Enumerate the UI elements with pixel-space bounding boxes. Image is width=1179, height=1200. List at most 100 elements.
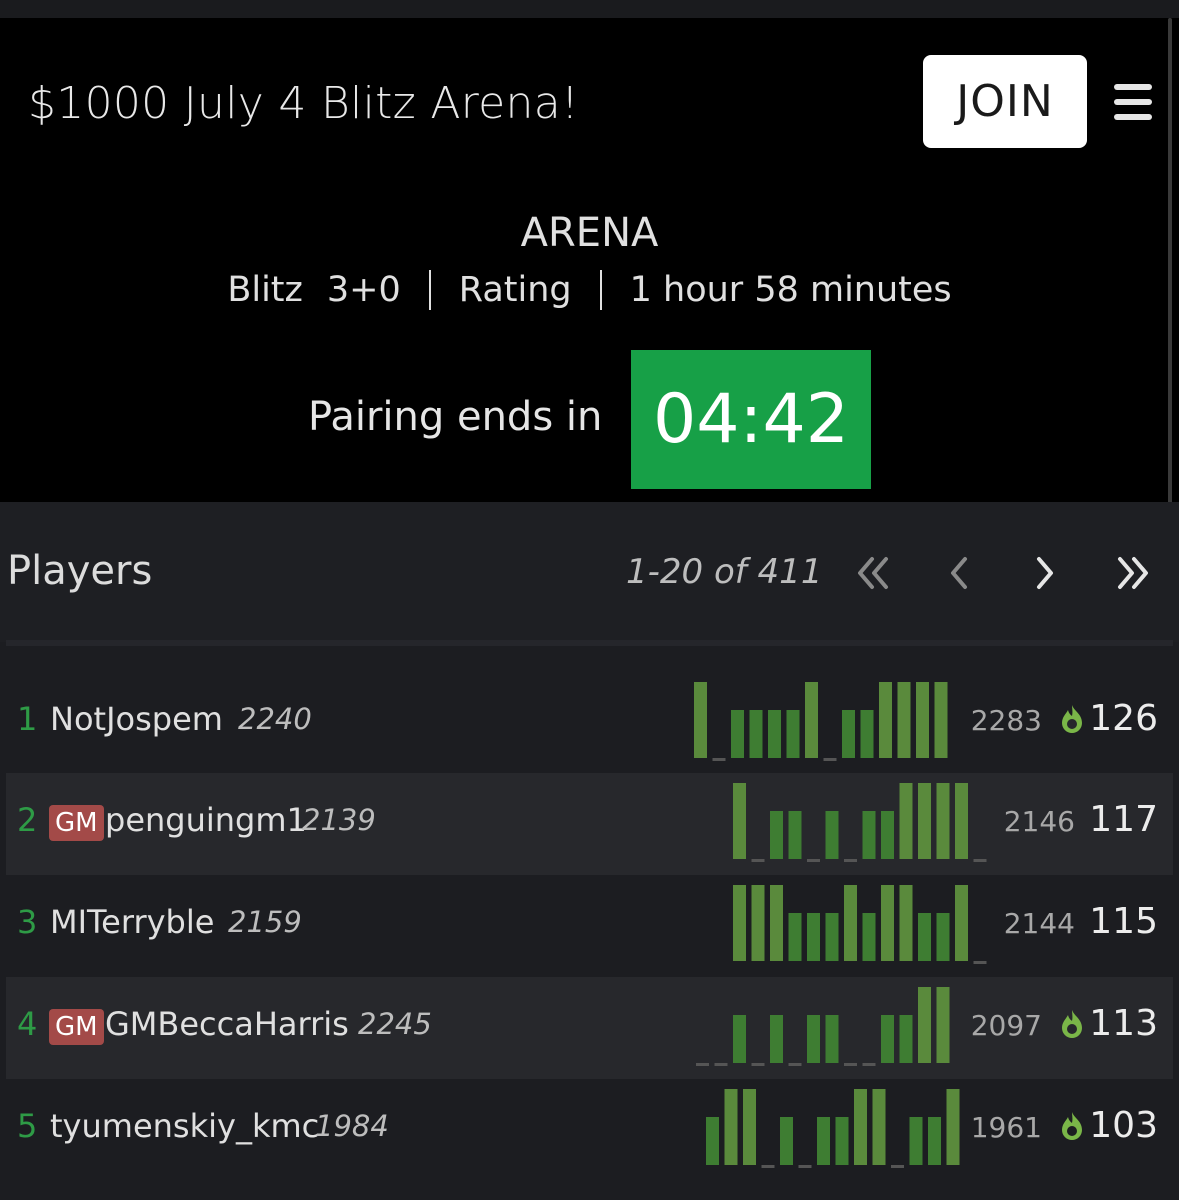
player-name[interactable]: NotJospem: [50, 700, 223, 738]
table-row[interactable]: 5 tyumenskiy_kmc 1984 1961 103: [6, 1079, 1173, 1181]
table-divider: [6, 640, 1173, 646]
results-sheet: [696, 977, 986, 1079]
hamburger-menu-icon[interactable]: [1114, 84, 1152, 120]
table-row[interactable]: 2 GM penguingm1 2139 2146 117: [6, 773, 1173, 875]
double-chevron-left-icon[interactable]: [850, 550, 896, 596]
streak-win-bar: [805, 682, 818, 758]
win-bar: [733, 1015, 746, 1063]
pairing-label: Pairing ends in: [308, 394, 603, 440]
player-name[interactable]: MITerryble: [50, 903, 214, 941]
win-bar: [788, 913, 802, 961]
players-title: Players: [7, 548, 153, 594]
player-rating: 2240: [238, 702, 312, 736]
gm-title-badge: GM: [49, 1009, 104, 1045]
player-score: 126: [1089, 698, 1158, 739]
win-bar: [928, 1117, 941, 1165]
streak-win-bar: [899, 783, 913, 859]
win-bar: [731, 710, 744, 758]
player-rank: 4: [17, 1005, 38, 1043]
win-bar: [825, 913, 839, 961]
player-rating: 1984: [315, 1109, 389, 1143]
join-button[interactable]: JOIN: [923, 55, 1087, 148]
player-rating: 2245: [358, 1007, 432, 1041]
performance-rating: 2146: [1003, 805, 1075, 838]
info-divider: [599, 270, 602, 310]
chevron-left-icon[interactable]: [940, 550, 976, 596]
win-bar: [770, 811, 783, 859]
win-bar: [807, 913, 820, 961]
win-bar: [835, 1117, 849, 1165]
streak-win-bar: [733, 885, 746, 961]
results-sheet: [694, 672, 984, 774]
win-bar: [807, 1015, 820, 1063]
win-bar: [825, 1015, 839, 1063]
info-divider: [428, 270, 431, 310]
streak-win-bar: [936, 783, 950, 859]
win-bar: [842, 710, 855, 758]
chevron-right-icon[interactable]: [1028, 550, 1064, 596]
streak-win-bar: [751, 885, 765, 961]
win-bar: [862, 811, 876, 859]
double-chevron-right-icon[interactable]: [1110, 550, 1156, 596]
streak-win-bar: [770, 885, 783, 961]
player-rank: 5: [17, 1107, 38, 1145]
table-row[interactable]: [6, 1182, 1173, 1200]
tournament-info: Blitz 3+0 Rating 1 hour 58 minutes: [0, 270, 1179, 310]
loss-bar: [844, 1063, 857, 1066]
win-bar: [749, 710, 763, 758]
streak-win-bar: [934, 682, 948, 758]
performance-rating: 2144: [1003, 907, 1075, 940]
win-bar: [881, 1015, 894, 1063]
player-name[interactable]: GMBeccaHarris: [105, 1005, 349, 1043]
loss-bar: [788, 1063, 802, 1066]
gm-title-badge: GM: [49, 805, 104, 841]
win-bar: [770, 1015, 783, 1063]
table-row[interactable]: 3 MITerryble 2159 2144 115: [6, 875, 1173, 977]
player-rating: 2139: [302, 803, 376, 837]
win-bar: [768, 710, 781, 758]
streak-win-bar: [879, 682, 892, 758]
player-name[interactable]: penguingm1: [105, 801, 307, 839]
win-bar: [817, 1117, 830, 1165]
win-bar: [909, 1117, 923, 1165]
streak-win-bar: [733, 783, 746, 859]
streak-win-bar: [916, 682, 929, 758]
win-bar: [780, 1117, 793, 1165]
scrollbar[interactable]: [1168, 18, 1172, 505]
streak-win-bar: [918, 987, 931, 1063]
results-sheet: [733, 773, 1023, 875]
duration-label: 1 hour 58 minutes: [629, 270, 952, 310]
player-score: 113: [1089, 1003, 1158, 1044]
streak-win-bar: [946, 1089, 960, 1165]
time-control-label: 3+0: [326, 270, 401, 310]
variant-label: Blitz: [227, 270, 303, 310]
loss-bar: [891, 1165, 904, 1168]
player-score: 115: [1089, 901, 1158, 942]
player-rank: 1: [17, 700, 38, 738]
results-sheet: [733, 875, 1023, 977]
performance-rating: 1961: [970, 1111, 1042, 1144]
tournament-type: ARENA: [520, 210, 659, 256]
player-name[interactable]: tyumenskiy_kmc: [50, 1107, 319, 1145]
streak-win-bar: [694, 682, 707, 758]
loss-bar: [696, 1063, 709, 1066]
player-score: 103: [1089, 1105, 1158, 1146]
player-rating: 2159: [228, 905, 302, 939]
streak-win-bar: [844, 885, 857, 961]
streak-win-bar: [897, 682, 911, 758]
top-strip: [0, 0, 1179, 18]
win-bar: [706, 1117, 719, 1165]
performance-rating: 2283: [970, 704, 1042, 737]
loss-bar: [807, 859, 820, 862]
win-bar: [860, 710, 874, 758]
streak-win-bar: [743, 1089, 756, 1165]
table-row[interactable]: 4 GM GMBeccaHarris 2245 2097 113: [6, 977, 1173, 1079]
player-rank: 2: [17, 801, 38, 839]
player-rank: 3: [17, 903, 38, 941]
win-bar: [862, 913, 876, 961]
loss-bar: [714, 1063, 728, 1066]
table-row[interactable]: 1 NotJospem 2240 2283 126: [6, 672, 1173, 774]
streak-win-bar: [899, 885, 913, 961]
loss-bar: [844, 859, 857, 862]
win-bar: [918, 913, 931, 961]
